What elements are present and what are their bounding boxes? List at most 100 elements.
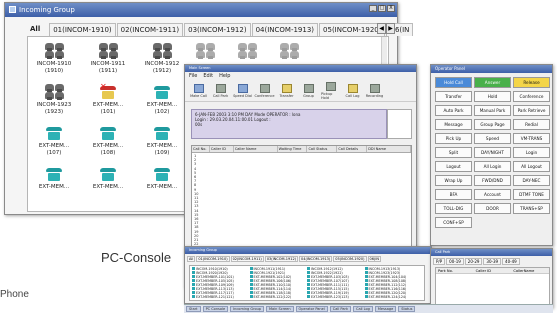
toolbar-button[interactable]: Make Call — [189, 83, 208, 98]
park-tab[interactable]: 00-19 — [446, 258, 464, 265]
function-button[interactable]: TRANS+SP — [513, 203, 550, 214]
function-button[interactable]: Manual Park — [474, 105, 511, 116]
column-header[interactable]: Call No. — [192, 146, 210, 152]
incoming-group-titlebar[interactable]: Incoming Group _ □ X — [5, 3, 397, 17]
taskbar-item[interactable]: Operator Panel — [295, 306, 328, 312]
mini-tab[interactable]: 04(INCOM-1913) — [299, 256, 333, 262]
function-button[interactable]: Redial — [513, 119, 550, 130]
station-tile[interactable]: INCOM-1912 (1912) — [138, 43, 186, 75]
function-button[interactable]: Conference — [513, 91, 550, 102]
column-header[interactable]: DDI Name — [367, 146, 411, 152]
toolbar-button[interactable]: Transfer — [277, 83, 296, 98]
park-tab[interactable]: P/P — [433, 258, 446, 265]
station-tile[interactable]: EXT-MEM... — [84, 166, 132, 191]
minimize-button[interactable]: _ — [369, 5, 377, 12]
toolbar-button[interactable]: Recording — [365, 83, 384, 98]
tab-group-02[interactable]: 02(INCOM-1911) — [116, 23, 184, 36]
tab-group-01[interactable]: 01(INCOM-1910) — [49, 23, 116, 36]
station-tile[interactable]: INCOM-1910 (1910) — [30, 43, 78, 75]
list-item[interactable]: EXT-MEMBER-123(123) — [307, 295, 365, 299]
tab-group-03[interactable]: 03(INCOM-1912) — [184, 23, 251, 36]
taskbar-item[interactable]: Start — [186, 306, 201, 312]
mini-tab[interactable]: 03(INCOM-1912) — [264, 256, 299, 262]
station-tile[interactable]: INCOM-1923 (1923) — [30, 84, 78, 116]
park-tab[interactable]: 40-49 — [502, 258, 520, 265]
station-tile[interactable]: EXT-MEM... (108) — [84, 125, 132, 157]
function-button[interactable]: BFA — [435, 189, 472, 200]
station-tile[interactable]: EXT-MEM... — [30, 166, 78, 191]
taskbar-item[interactable]: Call Park — [329, 306, 351, 312]
taskbar-item[interactable]: Message — [374, 306, 397, 312]
column-header[interactable]: Call Details — [337, 146, 368, 152]
incoming-list-titlebar[interactable]: Incoming Group — [185, 247, 431, 254]
maximize-button[interactable]: □ — [378, 5, 386, 12]
function-button[interactable]: VM-TRANS — [513, 133, 550, 144]
function-button[interactable]: Park Retrieve — [513, 105, 550, 116]
tab-all[interactable]: All — [27, 23, 48, 36]
menu-item[interactable]: Help — [219, 72, 230, 80]
menu-item[interactable]: Edit — [203, 72, 213, 80]
taskbar-item[interactable]: Status — [398, 306, 416, 312]
mini-tab[interactable]: 06(IN — [367, 256, 381, 262]
park-tab[interactable]: 30-39 — [483, 258, 502, 265]
mini-tab[interactable]: All — [187, 256, 196, 262]
list-item[interactable]: EXT-MEMBER-121(121) — [192, 295, 250, 299]
list-item[interactable]: EXT-MEMBER-124(124) — [365, 295, 423, 299]
function-button[interactable]: DAY/NIGHT — [474, 147, 511, 158]
button-panel-titlebar[interactable]: Operator Panel — [431, 65, 552, 73]
park-tab[interactable]: 20-29 — [464, 258, 483, 265]
station-tile[interactable]: INCOM-1911 (1911) — [84, 43, 132, 75]
station-tile[interactable]: EXT-MEM... — [138, 166, 186, 191]
function-button[interactable]: DOOR — [474, 203, 511, 214]
function-button[interactable]: Hold Call — [435, 77, 472, 88]
taskbar-item[interactable]: Incoming Group — [230, 306, 265, 312]
taskbar-item[interactable]: PC Console — [202, 306, 229, 312]
function-button[interactable]: Transfer — [435, 91, 472, 102]
toolbar-button[interactable]: Speed Dial — [233, 83, 252, 98]
function-button[interactable]: Login — [513, 147, 550, 158]
function-button[interactable]: Logout — [435, 161, 472, 172]
function-button[interactable]: Pick Up — [435, 133, 472, 144]
tab-scroll-left-icon[interactable]: ◀ — [377, 23, 386, 34]
station-tile[interactable]: ✕ EXT-MEM... (101) — [84, 83, 132, 116]
mini-tab[interactable]: 02(INCOM-1911) — [230, 256, 264, 262]
function-button[interactable]: Speed — [474, 133, 511, 144]
call-park-titlebar[interactable]: Call Park — [431, 249, 552, 256]
function-button[interactable]: Hold — [474, 91, 511, 102]
close-button[interactable]: X — [387, 5, 395, 12]
station-tile[interactable]: EXT-MEM... (102) — [138, 84, 186, 116]
taskbar-item[interactable]: Call Log — [353, 306, 373, 312]
function-button[interactable]: Group Page — [474, 119, 511, 130]
function-button[interactable]: DTMF TONE — [513, 189, 550, 200]
toolbar-button[interactable]: Conference — [255, 83, 275, 98]
mini-tab[interactable]: 01(INCOM-1910) — [196, 256, 230, 262]
list-item[interactable]: EXT-MEMBER-122(122) — [250, 295, 308, 299]
function-button[interactable]: Release — [513, 77, 550, 88]
function-button[interactable]: Message — [435, 119, 472, 130]
column-header[interactable]: Caller ID — [210, 146, 234, 152]
function-button[interactable]: Auto Park — [435, 105, 472, 116]
column-header[interactable]: Call Status — [307, 146, 338, 152]
function-button[interactable]: FWD/DND — [474, 175, 511, 186]
function-button[interactable]: CONF+SP — [435, 217, 472, 228]
toolbar-button[interactable]: Call Park — [211, 83, 230, 98]
mini-tab[interactable]: 05(INCOM-1920) — [333, 256, 367, 262]
toolbar-button[interactable]: Pickup Hold — [321, 81, 340, 100]
tab-group-05[interactable]: 05(INCOM-1920) — [319, 23, 386, 36]
function-button[interactable]: TOLL-DIG — [435, 203, 472, 214]
main-screen-titlebar[interactable]: Main Screen — [185, 65, 416, 72]
column-header[interactable]: Caller Name — [234, 146, 278, 152]
toolbar-button[interactable]: Call Log — [343, 83, 362, 98]
tab-scroll-right-icon[interactable]: ▶ — [386, 23, 395, 34]
function-button[interactable]: Account — [474, 189, 511, 200]
tab-group-04[interactable]: 04(INCOM-1913) — [251, 23, 319, 36]
function-button[interactable]: Split — [435, 147, 472, 158]
taskbar-item[interactable]: Main Screen — [266, 306, 294, 312]
menu-item[interactable]: File — [189, 72, 197, 80]
station-tile[interactable]: EXT-MEM... (109) — [138, 125, 186, 157]
toolbar-button[interactable]: Group — [299, 83, 318, 98]
function-button[interactable]: All Login — [474, 161, 511, 172]
function-button[interactable]: Answer — [474, 77, 511, 88]
column-header[interactable]: Waiting Time — [278, 146, 308, 152]
function-button[interactable]: All Logout — [513, 161, 550, 172]
